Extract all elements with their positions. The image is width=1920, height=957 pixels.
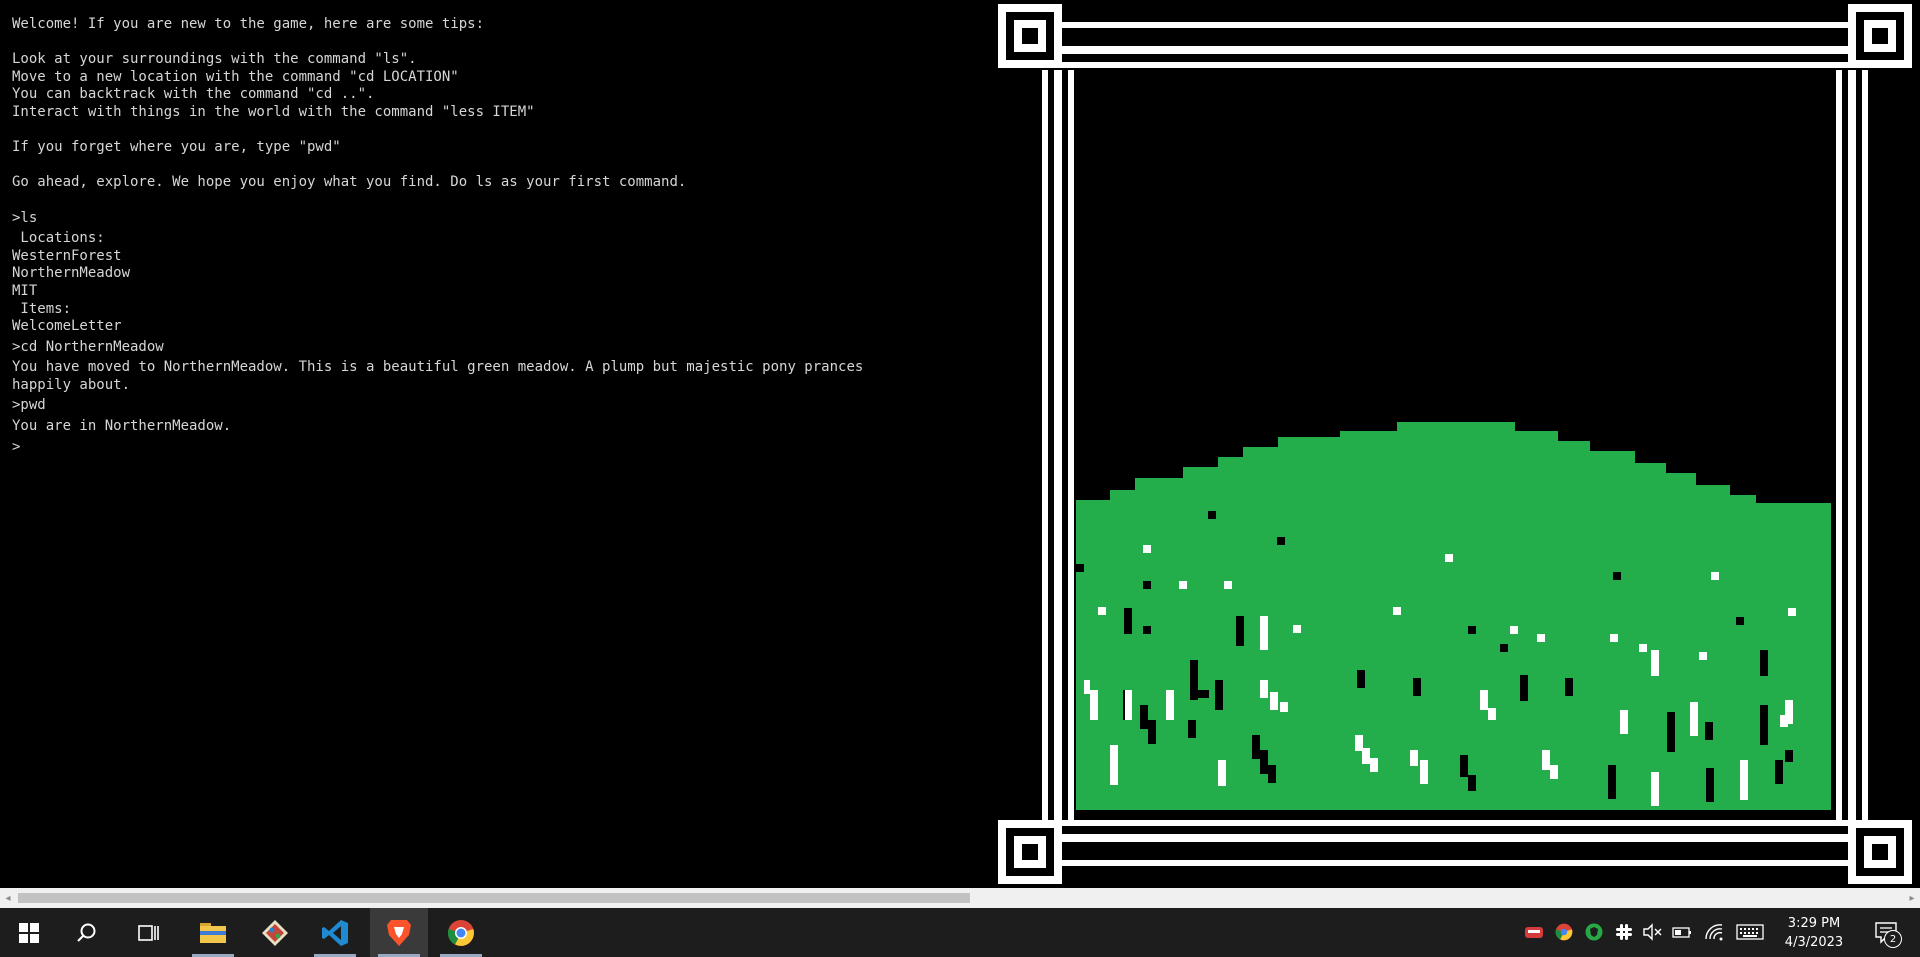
tip-ls-line: Look at your surroundings with the comma… (12, 51, 417, 68)
tray-security[interactable] (1584, 922, 1604, 942)
taskbar-app-file-explorer[interactable] (184, 908, 242, 957)
system-clock[interactable]: 3:29 PM 4/3/2023 (1768, 914, 1860, 952)
terminal-output[interactable]: Welcome! If you are new to the game, her… (0, 0, 990, 888)
battery-icon (1672, 927, 1691, 938)
moved-message: happily about. (12, 376, 131, 393)
input-prompt[interactable]: > (12, 439, 990, 457)
meadow-hill (1076, 422, 1831, 810)
clock-time: 3:29 PM (1787, 916, 1841, 931)
wifi-icon (1705, 924, 1723, 941)
tray-wifi[interactable] (1704, 922, 1724, 942)
taskbar-app-git-gui[interactable] (246, 908, 304, 957)
task-view-icon (138, 924, 159, 941)
git-diamond-icon (262, 919, 288, 946)
scroll-right-arrow[interactable]: ▸ (1904, 888, 1920, 908)
command-ls: >ls (12, 209, 38, 226)
clock-date: 4/3/2023 (1784, 935, 1844, 950)
windows-taskbar: 3:29 PM 4/3/2023 2 (0, 908, 1920, 957)
locations-header: Locations: (12, 230, 105, 247)
location-item: WesternForest (12, 247, 122, 264)
search-icon (77, 923, 96, 942)
taskbar-app-chrome[interactable] (432, 908, 490, 957)
tray-chrome[interactable] (1554, 922, 1574, 942)
chrome-icon (447, 919, 474, 946)
shield-icon (1585, 923, 1603, 941)
command-cd: >cd NorthernMeadow (12, 338, 164, 355)
location-item: NorthernMeadow (12, 265, 131, 282)
tip-less-line: Interact with things in the world with t… (12, 103, 535, 120)
start-button[interactable] (0, 908, 58, 957)
speaker-muted-icon (1643, 923, 1662, 941)
brave-lion-icon (387, 919, 411, 946)
chrome-icon (1555, 923, 1573, 941)
tray-teams[interactable] (1524, 922, 1544, 942)
keyboard-icon (1736, 924, 1764, 940)
taskbar-app-vscode[interactable] (306, 908, 364, 957)
teams-icon (1525, 927, 1543, 938)
vscode-icon (322, 919, 348, 946)
task-view-button[interactable] (120, 908, 178, 957)
search-button[interactable] (58, 908, 116, 957)
go-ahead-line: Go ahead, explore. We hope you enjoy wha… (12, 174, 687, 191)
slack-icon (1616, 924, 1632, 940)
windows-logo-icon (19, 922, 39, 943)
notification-center-button[interactable]: 2 (1870, 916, 1904, 950)
welcome-line: Welcome! If you are new to the game, her… (12, 16, 485, 32)
tray-keyboard[interactable] (1736, 922, 1764, 942)
command-pwd: >pwd (12, 397, 46, 414)
taskbar-app-brave[interactable] (370, 908, 428, 957)
items-header: Items: (12, 300, 72, 317)
moved-message: You have moved to NorthernMeadow. This i… (12, 359, 864, 376)
scene-panel (990, 0, 1920, 888)
pwd-result: You are in NorthernMeadow. (12, 418, 232, 435)
horizontal-scrollbar[interactable]: ◂ ▸ (0, 888, 1920, 908)
folder-icon (200, 922, 226, 943)
location-item: MIT (12, 282, 38, 299)
tray-volume[interactable] (1642, 922, 1662, 942)
item-entry: WelcomeLetter (12, 318, 122, 335)
tip-cd-line: Move to a new location with the command … (12, 68, 459, 85)
tip-back-line: You can backtrack with the command "cd .… (12, 86, 375, 103)
meadow-scene (998, 4, 1912, 884)
tray-battery[interactable] (1672, 922, 1692, 942)
tray-slack[interactable] (1614, 922, 1634, 942)
notification-count-badge: 2 (1884, 930, 1902, 948)
scroll-left-arrow[interactable]: ◂ (0, 888, 16, 908)
tip-pwd-line: If you forget where you are, type "pwd" (12, 139, 341, 156)
scrollbar-thumb[interactable] (18, 893, 970, 903)
